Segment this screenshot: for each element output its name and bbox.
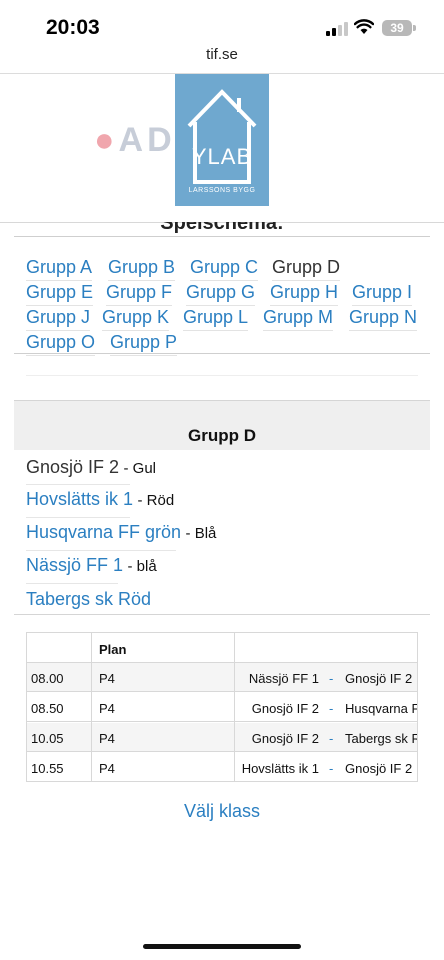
ylab-title: YLAB <box>191 144 253 169</box>
group-link-b[interactable]: Grupp B <box>108 257 176 281</box>
group-link-f[interactable]: Grupp F <box>106 282 173 306</box>
header-plan: Plan <box>99 642 127 657</box>
match-separator: - <box>329 731 334 746</box>
section-divider <box>26 375 418 376</box>
match-time: 10.55 <box>31 761 64 776</box>
team-row: Tabergs sk Röd <box>26 589 151 617</box>
match-plan: P4 <box>99 761 115 776</box>
table-row: 08.50 P4 Gnosjö IF 2 - Husqvarna FF grön <box>27 693 417 722</box>
group-link-m[interactable]: Grupp M <box>263 307 334 331</box>
schedule-table: Plan 08.00 P4 Nässjö FF 1 - Gnosjö IF 2 … <box>26 632 418 782</box>
ylab-logo: YLAB LARSSONS BYGG <box>175 74 269 206</box>
team-color: - Gul <box>123 460 157 477</box>
away-team: Tabergs sk Röd <box>345 731 417 746</box>
column-divider <box>234 633 235 781</box>
ylab-subtitle: LARSSONS BYGG <box>188 187 256 194</box>
match-plan: P4 <box>99 731 115 746</box>
battery-tip <box>413 25 416 31</box>
home-team: Nässjö FF 1 <box>248 671 319 686</box>
team-color: - blå <box>127 558 157 575</box>
team-row: Husqvarna FF grön - Blå <box>26 522 216 550</box>
match-plan: P4 <box>99 671 115 686</box>
match-plan: P4 <box>99 701 115 716</box>
away-team: Husqvarna FF grön <box>345 701 417 716</box>
battery-icon: 39 <box>382 20 412 36</box>
group-header: Grupp D <box>14 400 430 450</box>
match-separator: - <box>329 671 334 686</box>
row-divider <box>26 550 176 551</box>
home-team: Hovslätts ik 1 <box>241 761 319 776</box>
group-link-e[interactable]: Grupp E <box>26 282 94 306</box>
group-link-i[interactable]: Grupp I <box>352 282 413 306</box>
sponsor-banner[interactable]: ●ADRIA YLAB LARSSONS BYGG <box>0 74 444 224</box>
team-color: - Röd <box>137 492 175 509</box>
row-divider <box>26 484 130 485</box>
team-row: Hovslätts ik 1 - Röd <box>26 489 174 517</box>
group-link-j[interactable]: Grupp J <box>26 307 91 331</box>
group-link-o[interactable]: Grupp O <box>26 332 96 356</box>
table-row: 10.55 P4 Hovslätts ik 1 - Gnosjö IF 2 <box>27 753 417 781</box>
home-team: Gnosjö IF 2 <box>251 701 319 716</box>
group-link-a[interactable]: Grupp A <box>26 257 93 281</box>
team-name: Gnosjö IF 2 <box>26 457 120 477</box>
select-class-link[interactable]: Välj klass <box>0 801 444 822</box>
group-link-d[interactable]: Grupp D <box>272 257 341 281</box>
match-separator: - <box>329 761 334 776</box>
home-indicator[interactable] <box>143 944 301 949</box>
team-link[interactable]: Husqvarna FF grön <box>26 522 181 542</box>
team-list: Gnosjö IF 2 - Gul Hovslätts ik 1 - Röd H… <box>14 450 430 615</box>
status-bar: 20:03 39 <box>0 0 444 44</box>
column-divider <box>91 633 92 781</box>
match-time: 08.50 <box>31 701 64 716</box>
group-link-l[interactable]: Grupp L <box>183 307 249 331</box>
group-nav: Grupp A Grupp B Grupp C Grupp D Grupp E … <box>14 236 430 356</box>
home-team: Gnosjö IF 2 <box>251 731 319 746</box>
table-row: 08.00 P4 Nässjö FF 1 - Gnosjö IF 2 <box>27 663 417 692</box>
row-divider <box>26 517 130 518</box>
schedule-heading: Spelschema: <box>160 222 284 234</box>
team-link[interactable]: Tabergs sk Röd <box>26 589 151 609</box>
team-link[interactable]: Nässjö FF 1 <box>26 555 123 575</box>
group-link-k[interactable]: Grupp K <box>102 307 170 331</box>
group-link-c[interactable]: Grupp C <box>190 257 259 281</box>
cellular-signal-icon <box>326 22 348 36</box>
group-title: Grupp D <box>188 426 256 445</box>
group-link-h[interactable]: Grupp H <box>270 282 339 306</box>
table-row: 10.05 P4 Gnosjö IF 2 - Tabergs sk Röd <box>27 723 417 752</box>
group-link-p[interactable]: Grupp P <box>110 332 178 356</box>
match-time: 08.00 <box>31 671 64 686</box>
team-row: Nässjö FF 1 - blå <box>26 555 157 583</box>
away-team: Gnosjö IF 2 <box>345 761 413 776</box>
row-divider <box>26 583 118 584</box>
url-bar[interactable]: tif.se <box>0 46 444 63</box>
team-link[interactable]: Hovslätts ik 1 <box>26 489 133 509</box>
group-link-g[interactable]: Grupp G <box>186 282 256 306</box>
table-header: Plan <box>27 633 417 663</box>
status-time: 20:03 <box>46 16 100 39</box>
team-color: - Blå <box>185 525 217 542</box>
group-link-n[interactable]: Grupp N <box>349 307 418 331</box>
team-row: Gnosjö IF 2 - Gul <box>26 457 156 485</box>
away-team: Gnosjö IF 2 <box>345 671 413 686</box>
match-separator: - <box>329 701 334 716</box>
wifi-icon <box>354 19 374 34</box>
match-time: 10.05 <box>31 731 64 746</box>
